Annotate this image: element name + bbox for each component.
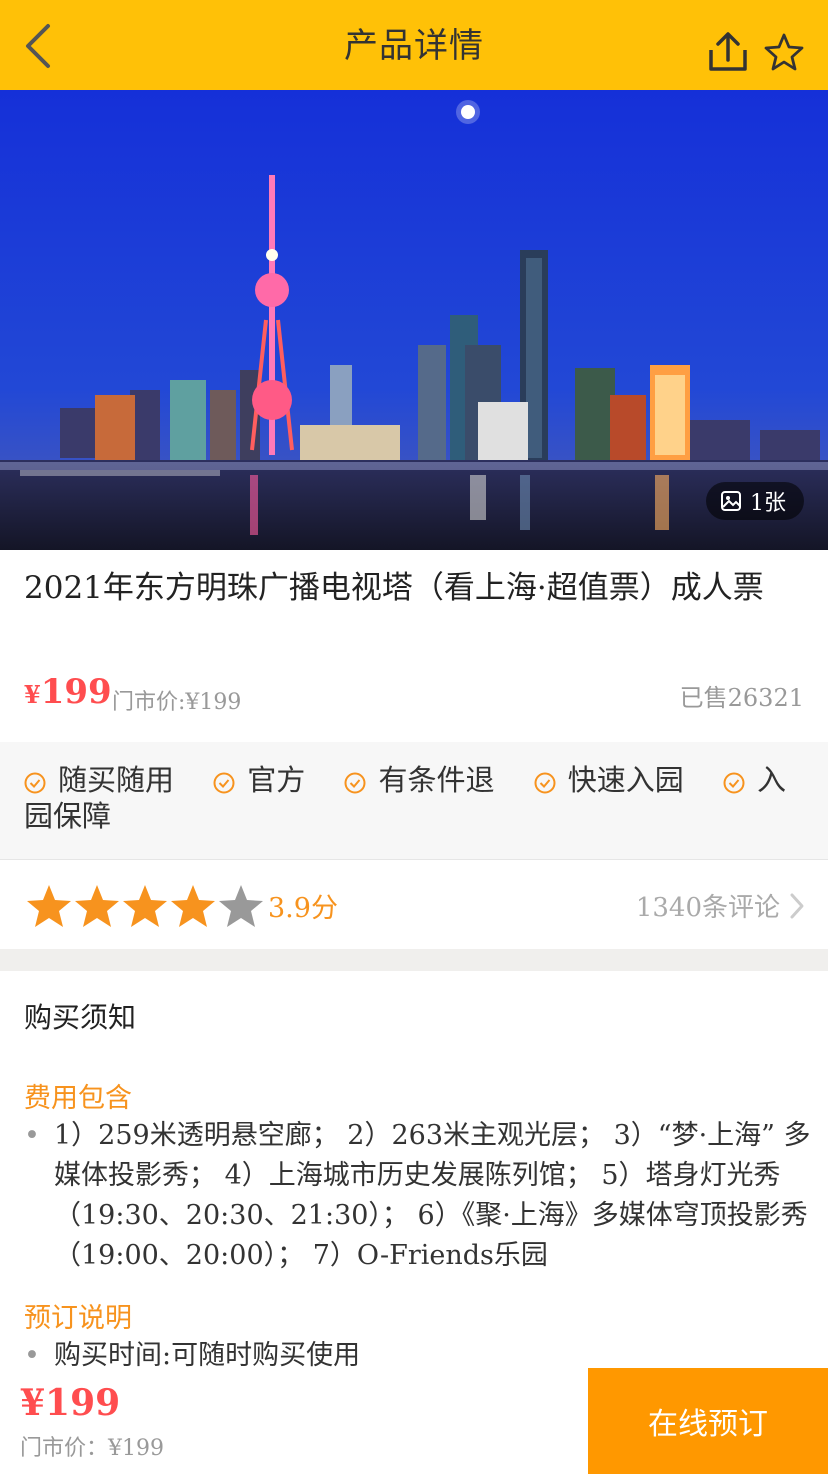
check-circle-icon: [534, 772, 556, 794]
bottom-market-price: 门市价：¥199: [20, 1436, 164, 1461]
reviews-count: 1340条评论: [635, 893, 780, 923]
tag-label: 随买随用: [58, 763, 175, 797]
product-price: ¥199: [24, 672, 112, 712]
currency-symbol: ¥: [24, 680, 41, 709]
price-value: 199: [40, 672, 112, 712]
rating-score: 3.9分: [268, 893, 338, 924]
star-empty-icon: [219, 885, 263, 927]
star-filled-icon: [27, 885, 71, 927]
share-icon: [709, 32, 747, 71]
bottom-action-bar: ¥199 门市价：¥199 在线预订: [0, 1368, 828, 1474]
tag-label: 有条件退: [378, 763, 495, 797]
rating-row: 3.9分 1340条评论: [0, 861, 828, 949]
service-tags: 随买随用 官方 有条件退 快速入园 入园保障: [0, 742, 828, 860]
top-nav-bar: 产品详情: [0, 0, 828, 90]
favorite-button[interactable]: [764, 32, 804, 72]
fee-text: 1）259米透明悬空廊； 2）263米主观光层； 3）“梦·上海” 多媒体投影秀…: [54, 1120, 811, 1271]
tag-item: 有条件退: [344, 763, 494, 797]
rating-stars: 3.9分: [26, 883, 338, 929]
price-row: ¥199 门市价:¥199 已售26321: [24, 670, 804, 720]
photo-count-label: 1张: [750, 491, 786, 516]
page-title: 产品详情: [344, 26, 484, 66]
bottom-price: ¥199: [20, 1382, 121, 1424]
star-filled-icon: [171, 885, 215, 927]
check-circle-icon: [344, 772, 366, 794]
notice-title: 购买须知: [24, 1001, 137, 1034]
market-price: 门市价:¥199: [112, 690, 242, 715]
tag-label: 官方: [247, 763, 306, 797]
sold-count: 已售26321: [679, 684, 804, 712]
star-outline-icon: [764, 33, 804, 71]
check-circle-icon: [24, 772, 46, 794]
product-image-carousel[interactable]: 1张: [0, 90, 828, 550]
star-filled-icon: [123, 885, 167, 927]
photo-count-badge[interactable]: 1张: [706, 482, 804, 520]
fee-item: • 1）259米透明悬空廊； 2）263米主观光层； 3）“梦·上海” 多媒体投…: [24, 1116, 814, 1276]
product-title: 2021年东方明珠广播电视塔（看上海·超值票）成人票: [24, 570, 764, 606]
book-online-button[interactable]: 在线预订: [588, 1368, 828, 1474]
chevron-right-icon: [790, 893, 804, 918]
tag-item: 快速入园: [534, 763, 684, 797]
tag-label: 快速入园: [567, 763, 684, 797]
reviews-link[interactable]: 1340条评论: [636, 887, 808, 924]
section-divider: [0, 949, 828, 971]
tag-item: 随买随用: [24, 763, 174, 797]
image-icon: [721, 491, 741, 511]
tag-item: 官方: [213, 763, 305, 797]
shanghai-skyline-image: [0, 90, 828, 550]
check-circle-icon: [213, 772, 235, 794]
share-button[interactable]: [706, 30, 750, 74]
booking-label: 预订说明: [24, 1303, 132, 1334]
check-circle-icon: [723, 772, 745, 794]
bullet-dot: •: [24, 1120, 40, 1151]
star-filled-icon: [75, 885, 119, 927]
fee-label: 费用包含: [24, 1083, 132, 1114]
